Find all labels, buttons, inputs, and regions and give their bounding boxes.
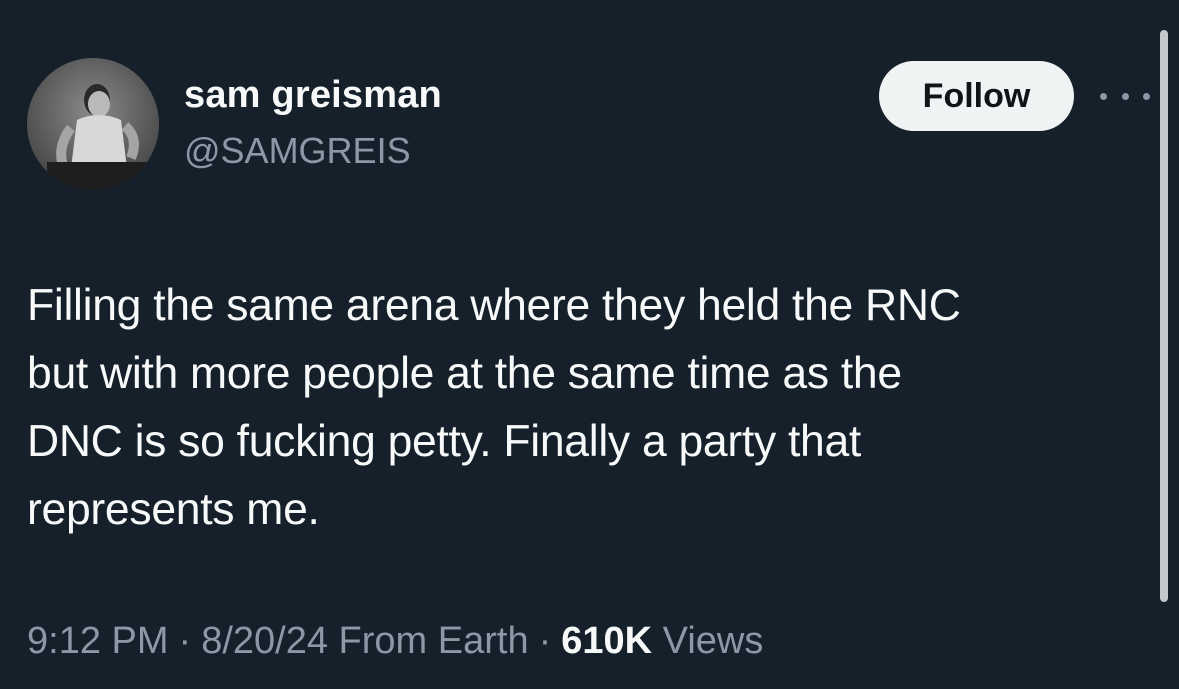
follow-button[interactable]: Follow	[879, 61, 1074, 131]
dot	[1143, 92, 1150, 100]
scrollbar[interactable]	[1160, 30, 1168, 602]
user-handle[interactable]: @SAMGREIS	[184, 130, 411, 172]
separator: ·	[178, 620, 192, 662]
tweet-meta: 9:12 PM · 8/20/24 From Earth · 610K Views	[27, 620, 763, 663]
views-label: Views	[662, 620, 764, 662]
dot	[1100, 92, 1107, 100]
tweet-time[interactable]: 9:12 PM	[27, 620, 169, 662]
separator: ·	[538, 620, 552, 662]
more-dots-icon[interactable]	[1100, 84, 1150, 108]
avatar[interactable]	[27, 58, 159, 190]
tweet-line: DNC is so fucking petty. Finally a party…	[27, 417, 861, 466]
display-name[interactable]: sam greisman	[184, 74, 442, 117]
views-count: 610K	[561, 620, 653, 662]
tweet-line: represents me.	[27, 485, 320, 534]
tweet-source: From Earth	[338, 620, 529, 662]
tweet-date[interactable]: 8/20/24	[201, 620, 328, 662]
profile-photo-icon	[27, 58, 159, 190]
tweet-line: Filling the same arena where they held t…	[27, 281, 961, 330]
tweet-card: sam greisman @SAMGREIS Follow Filling th…	[0, 0, 1179, 689]
tweet-line: but with more people at the same time as…	[27, 349, 902, 398]
tweet-text: Filling the same arena where they held t…	[27, 272, 1137, 544]
dot	[1121, 92, 1129, 100]
